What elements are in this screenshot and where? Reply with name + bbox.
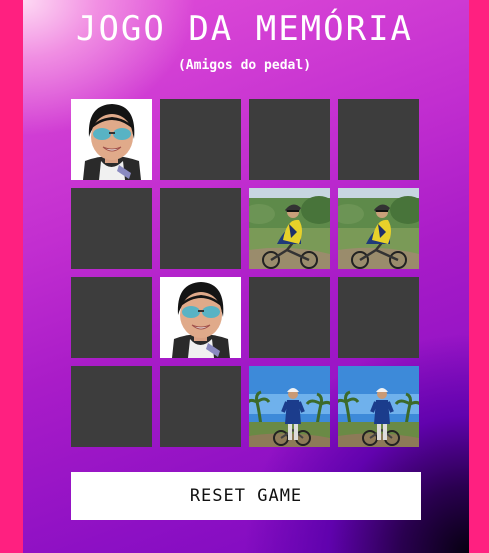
card-back[interactable] — [160, 366, 241, 447]
card-back[interactable] — [71, 188, 152, 269]
card-cyclist-standing-palm-trees-photo[interactable] — [249, 366, 330, 447]
reset-game-button[interactable]: RESET GAME — [71, 472, 421, 520]
page-title: JOGO DA MEMÓRIA — [75, 9, 414, 49]
card-back[interactable] — [338, 277, 419, 358]
card-back[interactable] — [249, 277, 330, 358]
card-woman-with-sunglasses-photo[interactable] — [71, 99, 152, 180]
card-back[interactable] — [71, 277, 152, 358]
card-back[interactable] — [338, 99, 419, 180]
card-back[interactable] — [249, 99, 330, 180]
card-back[interactable] — [160, 188, 241, 269]
card-cyclist-standing-palm-trees-photo[interactable] — [338, 366, 419, 447]
card-mountain-biker-yellow-jersey-photo[interactable] — [338, 188, 419, 269]
card-woman-with-sunglasses-photo[interactable] — [160, 277, 241, 358]
card-back[interactable] — [160, 99, 241, 180]
page-subtitle: (Amigos do pedal) — [177, 58, 312, 73]
card-back[interactable] — [71, 366, 152, 447]
card-mountain-biker-yellow-jersey-photo[interactable] — [249, 188, 330, 269]
